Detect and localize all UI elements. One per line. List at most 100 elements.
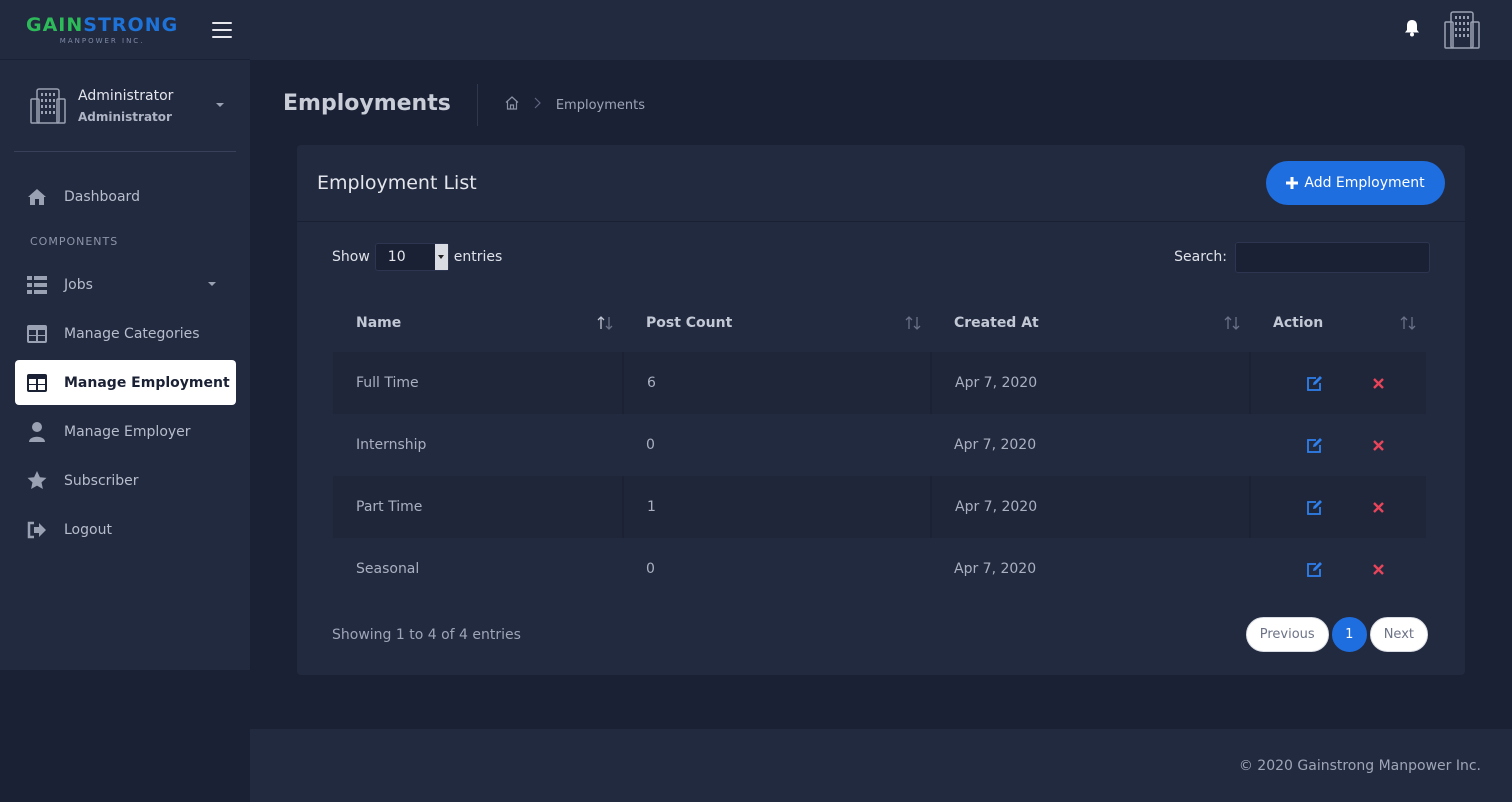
page-size-select[interactable]: 10 [374,243,449,271]
sidebar-item-manage-categories[interactable]: Manage Categories [15,311,236,356]
column-header-post-count[interactable]: Post Count [623,294,931,352]
chevron-down-icon [434,244,448,270]
table-icon [26,372,48,394]
user-role: Administrator [78,109,172,124]
page-size-control: Show 10 entries [332,243,502,271]
building-avatar-icon[interactable] [1442,10,1482,50]
sidebar-item-dashboard[interactable]: Dashboard [15,174,236,219]
search-input[interactable] [1235,241,1430,273]
brand-name-part1: GAIN [26,13,84,36]
table-row: Part Time 1 Apr 7, 2020 [333,476,1426,538]
chevron-down-icon[interactable] [216,102,224,107]
cell-created-at: Apr 7, 2020 [954,561,1037,577]
home-icon[interactable] [504,95,520,115]
chevron-right-icon [534,97,542,113]
page-footer: © 2020 Gainstrong Manpower Inc. [250,729,1512,802]
chevron-down-icon [208,282,216,286]
bell-icon[interactable] [1404,19,1420,41]
cell-name: Seasonal [356,561,420,577]
list-icon [26,274,48,296]
edit-icon[interactable] [1306,561,1323,577]
breadcrumb-current: Employments [555,97,645,113]
entries-label: entries [453,249,503,265]
sort-icon [597,316,613,334]
user-icon [26,421,48,443]
add-employment-label: Add Employment [1304,175,1425,191]
card-title: Employment List [317,172,477,194]
delete-icon[interactable] [1372,439,1384,451]
table-icon [26,323,48,345]
cell-action [1249,352,1426,414]
search-control: Search: [1174,241,1430,273]
sidebar-item-label: Dashboard [64,188,140,205]
cell-action [1250,414,1426,476]
sidebar-item-manage-employer[interactable]: Manage Employer [15,409,236,454]
sidebar-item-logout[interactable]: Logout [15,507,236,552]
page-title: Employments [283,84,478,126]
column-header-name[interactable]: Name [333,294,623,352]
edit-icon[interactable] [1306,437,1323,453]
page-1-button[interactable]: 1 [1331,617,1367,652]
employment-list-card: Employment List Add Employment Show 10 e… [297,145,1465,675]
page-header: Employments Employments [283,84,645,126]
brand-logo[interactable]: GAINSTRONG MANPOWER INC. [26,15,178,45]
search-label: Search: [1174,249,1227,265]
delete-icon[interactable] [1372,563,1384,575]
cell-name: Part Time [333,476,623,538]
menu-toggle-icon[interactable] [212,21,232,38]
user-profile[interactable]: Administrator Administrator [14,74,236,152]
sort-icon [905,316,921,334]
sidebar-item-label: Manage Categories [64,325,200,342]
sidebar-item-label: Manage Employment [64,374,230,391]
column-header-created-at[interactable]: Created At [931,294,1250,352]
nav-section-label: COMPONENTS [30,235,119,248]
table-row: Seasonal 0 Apr 7, 2020 [333,538,1426,600]
copyright-text: © 2020 Gainstrong Manpower Inc. [1238,757,1481,774]
cell-created-at: Apr 7, 2020 [954,437,1037,453]
cell-action [1250,538,1426,600]
cell-name: Internship [356,437,427,453]
sidebar-item-label: Manage Employer [64,423,191,440]
cell-action [1249,476,1426,538]
sidebar-item-jobs[interactable]: Jobs [15,262,236,307]
cell-created-at: Apr 7, 2020 [930,476,1250,538]
employment-table: Name Post Count Created At Action Full T… [333,294,1426,600]
cell-post-count: 6 [622,352,931,414]
sidebar: GAINSTRONG MANPOWER INC. Administrator A… [0,0,250,670]
next-page-button[interactable]: Next [1369,617,1428,652]
delete-icon[interactable] [1373,501,1384,513]
topbar [250,0,1512,60]
pagination: Previous 1 Next [1245,617,1428,652]
plus-icon [1286,177,1299,189]
sidebar-item-label: Logout [64,521,112,538]
home-icon [26,186,48,208]
table-controls: Show 10 entries Search: [297,241,1465,273]
brand-tagline: MANPOWER INC. [59,36,145,45]
sidebar-item-manage-employment[interactable]: Manage Employment [15,360,236,405]
edit-icon[interactable] [1306,499,1323,515]
cell-name: Full Time [333,352,623,414]
table-footer: Showing 1 to 4 of 4 entries Previous 1 N… [332,617,1428,652]
table-row: Internship 0 Apr 7, 2020 [333,414,1426,476]
sidebar-item-label: Jobs [64,276,93,293]
cell-post-count: 0 [646,437,655,453]
cell-post-count: 1 [622,476,931,538]
building-avatar-icon [30,87,66,124]
delete-icon[interactable] [1373,377,1384,389]
cell-created-at: Apr 7, 2020 [930,352,1250,414]
entries-info: Showing 1 to 4 of 4 entries [332,626,521,643]
logout-icon [26,519,48,541]
brand-name-part2: STRONG [83,13,179,36]
edit-icon[interactable] [1306,375,1323,391]
table-header-row: Name Post Count Created At Action [333,294,1426,352]
cell-post-count: 0 [646,561,655,577]
sidebar-item-subscriber[interactable]: Subscriber [15,458,236,503]
breadcrumb: Employments [504,95,645,115]
column-header-action[interactable]: Action [1250,294,1426,352]
sidebar-item-label: Subscriber [64,472,139,489]
show-label: Show [332,249,370,265]
add-employment-button[interactable]: Add Employment [1266,161,1445,205]
user-name: Administrator [78,87,174,104]
sort-icon [1400,316,1416,334]
previous-page-button[interactable]: Previous [1245,617,1329,652]
